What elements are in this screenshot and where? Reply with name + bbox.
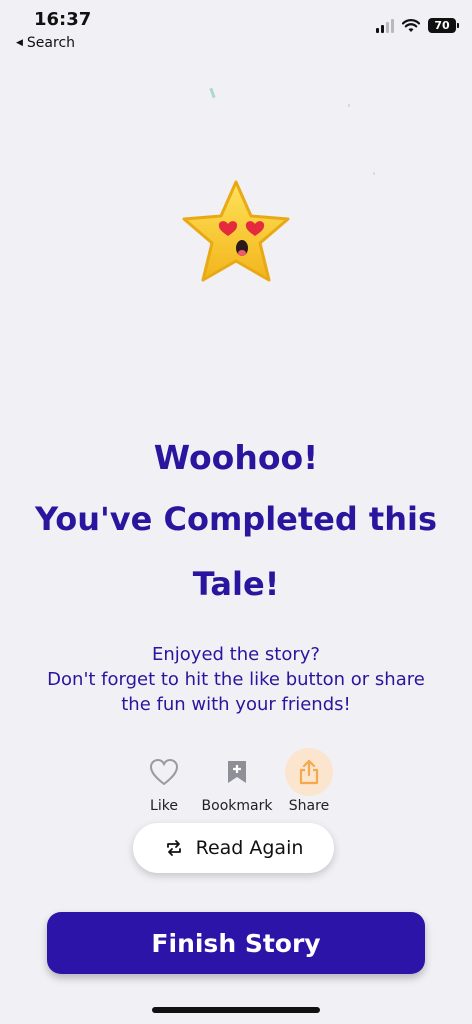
bookmark-button[interactable]: Bookmark <box>199 748 275 814</box>
completion-subtitle-line-2: Don't forget to hit the like button or s… <box>47 669 425 690</box>
battery-icon: 70 <box>428 18 459 33</box>
story-actions: Like Bookmark Share <box>0 748 472 820</box>
back-label: Search <box>26 35 76 51</box>
wifi-icon <box>402 18 420 32</box>
back-to-search-link[interactable]: ◀ Search <box>16 35 75 51</box>
status-bar: 16:37 ◀ Search 70 <box>0 0 472 60</box>
read-again-label: Read Again <box>195 837 304 859</box>
completion-subtitle-line-1: Enjoyed the story? <box>152 644 320 665</box>
star-heart-eyes-icon <box>176 176 296 292</box>
bookmark-plus-icon <box>213 748 261 796</box>
share-button[interactable]: Share <box>285 748 333 814</box>
confetti-speck <box>348 104 350 107</box>
completion-subtitle-line-3: the fun with your friends! <box>121 694 351 715</box>
completion-title-line-1: Woohoo! <box>153 438 319 477</box>
read-again-button[interactable]: Read Again <box>133 823 334 873</box>
like-label: Like <box>150 798 178 814</box>
confetti-speck <box>209 87 216 99</box>
finish-story-button[interactable]: Finish Story <box>47 912 425 974</box>
like-button[interactable]: Like <box>140 748 188 814</box>
finish-story-label: Finish Story <box>151 928 321 958</box>
status-time: 16:37 <box>34 9 92 30</box>
cellular-signal-icon <box>376 18 394 33</box>
system-icons: 70 <box>376 18 459 33</box>
back-triangle-icon: ◀ <box>16 38 23 48</box>
confetti-speck <box>373 172 375 175</box>
bookmark-label: Bookmark <box>201 798 273 814</box>
repeat-icon <box>166 840 181 856</box>
heart-icon <box>140 748 188 796</box>
share-label: Share <box>288 798 330 814</box>
completion-title-line-3: Tale! <box>192 565 280 603</box>
share-icon <box>285 748 333 796</box>
completion-title-line-2: You've Completed this <box>34 500 438 538</box>
home-indicator[interactable] <box>152 1007 320 1013</box>
